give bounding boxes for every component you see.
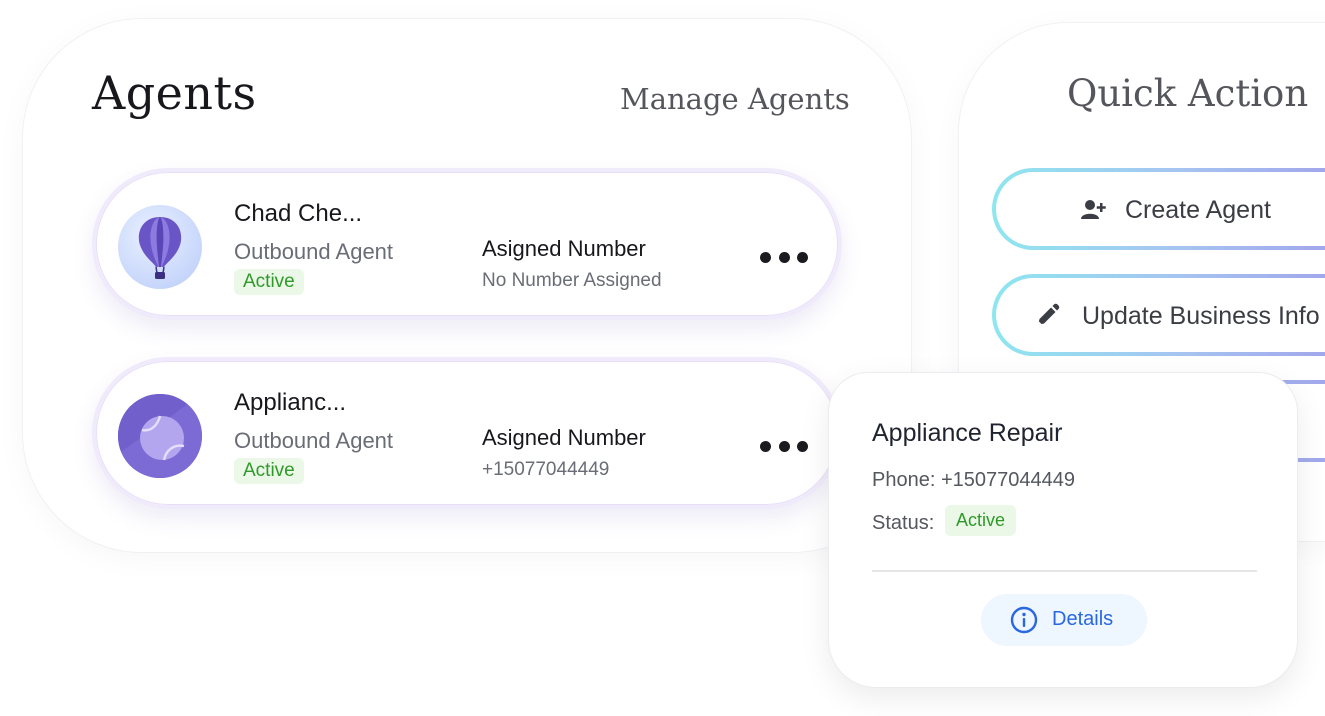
more-options-button[interactable]	[760, 435, 808, 457]
info-icon	[1010, 606, 1038, 634]
agent-card[interactable]: Applianc... Outbound Agent Active Asigne…	[92, 357, 842, 509]
dot-icon	[760, 251, 771, 263]
details-label: Details	[1052, 608, 1114, 630]
dot-icon	[778, 440, 790, 452]
manage-agents-link[interactable]: Manage Agents	[620, 82, 850, 116]
agent-type: Outbound Agent	[234, 239, 394, 264]
dot-icon	[797, 440, 808, 452]
assigned-number-label: Asigned Number	[482, 425, 646, 450]
create-agent-button[interactable]: Create Agent	[992, 168, 1325, 250]
details-button[interactable]: Details	[981, 594, 1147, 646]
assigned-number-label: Asigned Number	[482, 236, 646, 261]
popover-status-label: Status:	[872, 512, 935, 534]
agents-title: Agents	[92, 66, 257, 120]
dot-icon	[797, 251, 808, 263]
tennis-ball-icon	[118, 394, 202, 478]
status-badge: Active	[234, 458, 304, 484]
agent-name: Applianc...	[234, 389, 347, 416]
agent-details-popover: Appliance Repair Phone: +15077044449 Sta…	[828, 372, 1298, 688]
status-badge: Active	[945, 505, 1017, 536]
dashboard: Agents Manage Agents Chad Che... Outboun…	[0, 0, 1325, 716]
agent-card[interactable]: Chad Che... Outbound Agent Active Asigne…	[92, 168, 842, 320]
update-business-info-label: Update Business Info	[1082, 302, 1320, 330]
assigned-number-value: +15077044449	[482, 459, 610, 480]
pencil-icon	[1037, 303, 1060, 326]
create-agent-label: Create Agent	[1125, 196, 1271, 224]
update-business-info-button[interactable]: Update Business Info	[992, 274, 1325, 356]
status-badge: Active	[234, 269, 304, 295]
dot-icon	[760, 440, 771, 452]
more-options-button[interactable]	[760, 246, 808, 268]
quick-action-title: Quick Action	[1067, 72, 1309, 115]
hot-air-balloon-icon	[118, 205, 202, 289]
popover-phone: Phone: +15077044449	[872, 469, 1075, 491]
assigned-number-value: No Number Assigned	[482, 270, 662, 291]
divider	[872, 570, 1257, 572]
dot-icon	[778, 251, 790, 263]
popover-title: Appliance Repair	[872, 419, 1063, 447]
add-user-icon	[1081, 200, 1106, 219]
agent-type: Outbound Agent	[234, 428, 394, 453]
agent-name: Chad Che...	[234, 200, 363, 227]
